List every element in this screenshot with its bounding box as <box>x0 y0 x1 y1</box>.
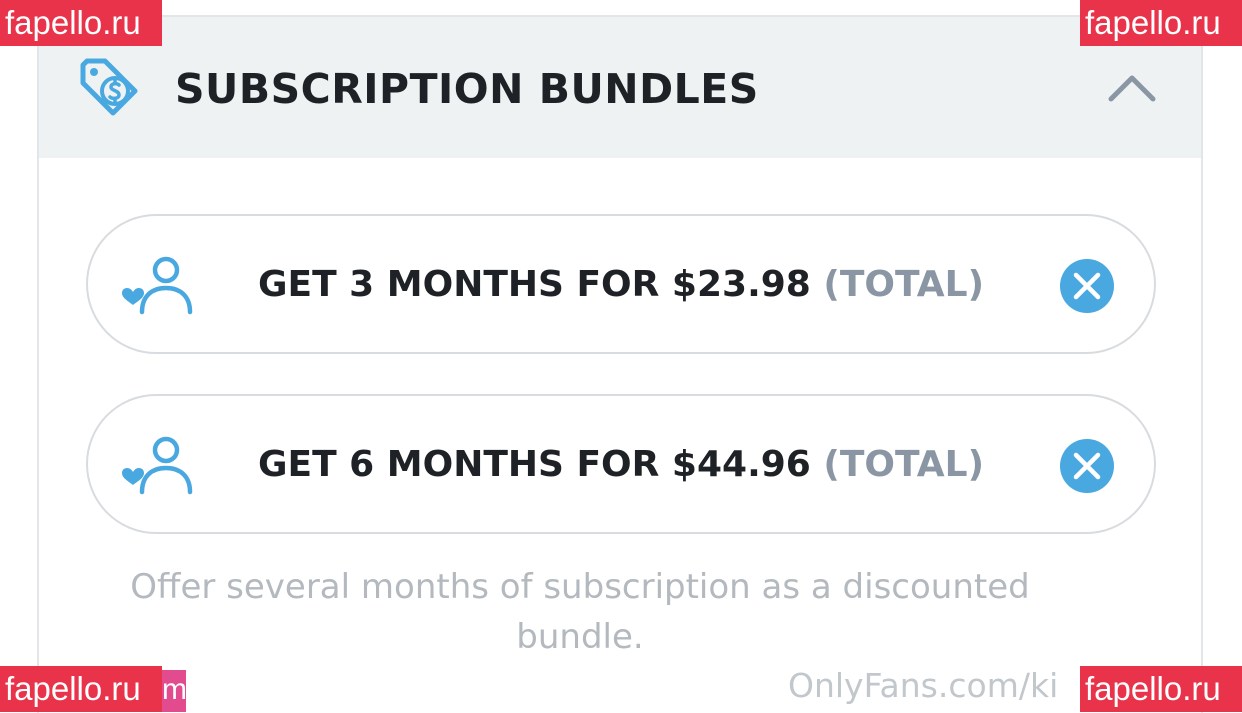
watermark-badge-top-right: fapello.ru <box>1080 0 1242 46</box>
bundle-price-text: GET 3 MONTHS FOR $23.98 <box>257 264 811 305</box>
bundle-total-label: (TOTAL) <box>823 444 985 485</box>
bundle-label: GET 3 MONTHS FOR $23.98 (TOTAL) <box>88 262 1154 308</box>
watermark-badge-bottom-right: fapello.ru <box>1080 666 1242 712</box>
close-circle-icon[interactable] <box>1060 439 1114 493</box>
bundle-label: GET 6 MONTHS FOR $44.96 (TOTAL) <box>88 442 1154 488</box>
watermark-pink-fragment: m <box>162 670 186 712</box>
panel-header[interactable]: SUBSCRIPTION BUNDLES <box>39 17 1201 158</box>
price-tag-dollar-icon <box>80 58 138 116</box>
bundle-item-6-months[interactable]: GET 6 MONTHS FOR $44.96 (TOTAL) <box>86 394 1156 534</box>
bundles-hint-text: Offer several months of subscription as … <box>130 567 1030 657</box>
watermark-badge-top-left: fapello.ru <box>0 0 162 46</box>
chevron-up-icon[interactable] <box>1103 59 1161 117</box>
watermark-badge-bottom-left: fapello.ru <box>0 666 162 712</box>
bundle-total-label: (TOTAL) <box>823 264 985 305</box>
onlyfans-watermark-text: OnlyFans.com/ki <box>788 666 1059 705</box>
panel-title: SUBSCRIPTION BUNDLES <box>175 65 759 113</box>
bundle-item-3-months[interactable]: GET 3 MONTHS FOR $23.98 (TOTAL) <box>86 214 1156 354</box>
page: SUBSCRIPTION BUNDLES GET 3 MONTHS FOR $2… <box>0 0 1242 713</box>
bundle-price-text: GET 6 MONTHS FOR $44.96 <box>257 444 811 485</box>
close-circle-icon[interactable] <box>1060 259 1114 313</box>
